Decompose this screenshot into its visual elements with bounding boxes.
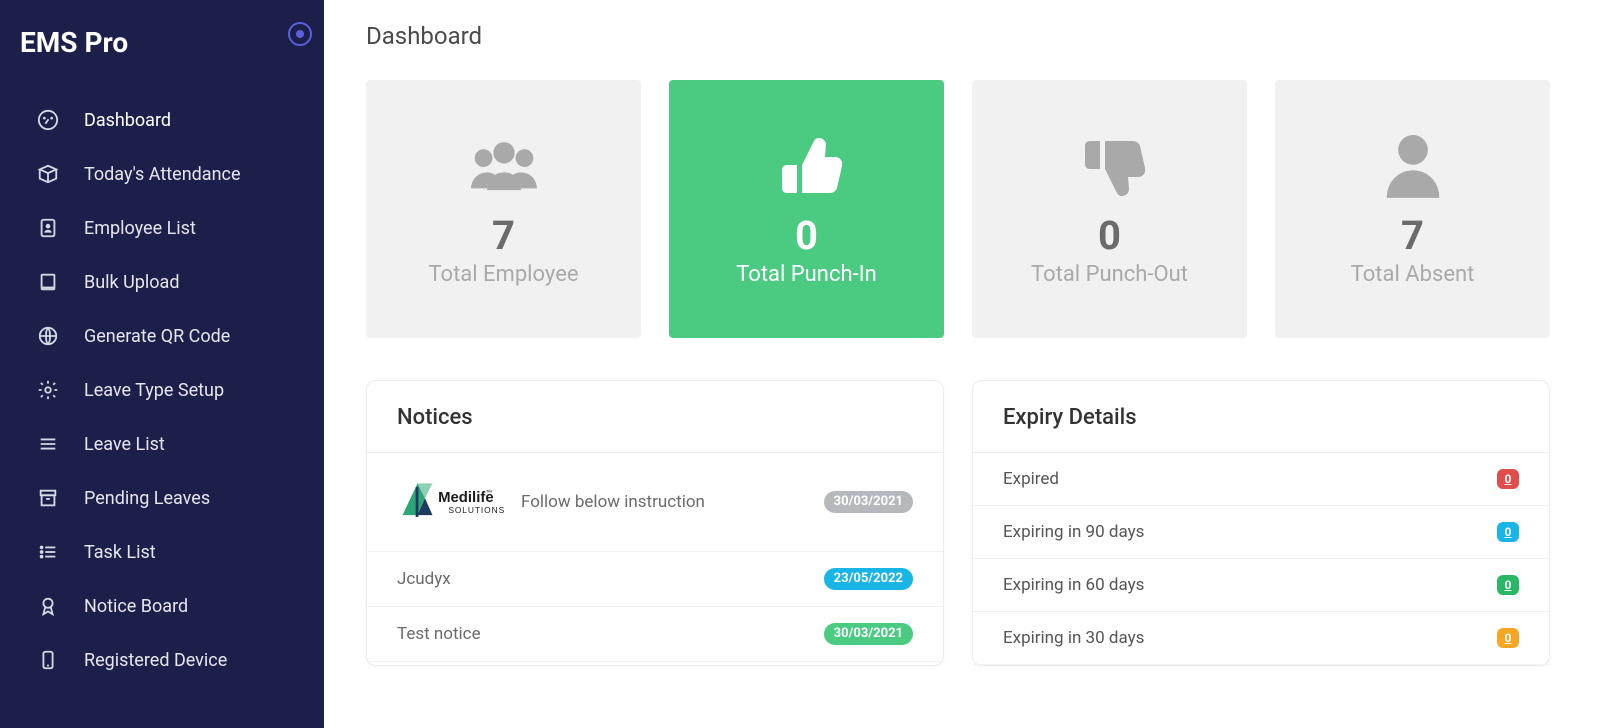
device-icon: [36, 648, 60, 672]
sidebar-item-dashboard[interactable]: Dashboard: [0, 93, 324, 147]
card-total-employee[interactable]: 7 Total Employee: [366, 80, 641, 338]
svg-text:™: ™: [486, 490, 493, 497]
thumbs-down-icon: [1070, 132, 1150, 202]
card-value: 0: [795, 216, 818, 256]
card-label: Total Absent: [1351, 262, 1475, 287]
sidebar-item-label: Leave List: [84, 434, 165, 455]
target-icon: [296, 30, 304, 38]
expiry-count-badge: 0: [1497, 522, 1519, 542]
sidebar-item-label: Registered Device: [84, 650, 227, 671]
expiry-label: Expiring in 60 days: [1003, 575, 1144, 595]
card-value: 7: [492, 216, 515, 256]
card-total-absent[interactable]: 7 Total Absent: [1275, 80, 1550, 338]
expiry-label: Expired: [1003, 469, 1059, 489]
expiry-item[interactable]: Expiring in 60 days 0: [973, 559, 1549, 612]
expiry-item[interactable]: Expired 0: [973, 453, 1549, 506]
notice-left: Medilife ™ SOLUTIONS Follow below instru…: [397, 473, 705, 531]
card-label: Total Punch-Out: [1031, 262, 1188, 287]
page-title: Dashboard: [366, 22, 1550, 50]
sidebar-item-task-list[interactable]: Task List: [0, 525, 324, 579]
sidebar-item-label: Notice Board: [84, 596, 188, 617]
notice-date-pill: 30/03/2021: [824, 623, 913, 645]
sidebar-menu: Dashboard Today's Attendance Employee Li…: [0, 93, 324, 687]
sidebar-item-label: Leave Type Setup: [84, 380, 224, 401]
card-total-punchin[interactable]: 0 Total Punch-In: [669, 80, 944, 338]
id-card-icon: [36, 216, 60, 240]
thumbs-up-icon: [767, 132, 847, 202]
globe-icon: [36, 324, 60, 348]
dashboard-icon: [36, 108, 60, 132]
card-label: Total Punch-In: [736, 262, 877, 287]
person-icon: [1373, 132, 1453, 202]
expiry-count-badge: 0: [1497, 628, 1519, 648]
notices-panel: Notices Medilife: [366, 380, 944, 666]
sidebar-item-label: Bulk Upload: [84, 272, 179, 293]
card-label: Total Employee: [428, 262, 578, 287]
archive-icon: [36, 486, 60, 510]
sidebar-item-leave-list[interactable]: Leave List: [0, 417, 324, 471]
sidebar-item-label: Task List: [84, 542, 156, 563]
expiry-count-badge: 0: [1497, 469, 1519, 489]
card-value: 0: [1098, 216, 1121, 256]
main-content: Dashboard 7 Total Employee 0 Total Punch…: [324, 0, 1600, 728]
sidebar-item-employee-list[interactable]: Employee List: [0, 201, 324, 255]
notice-date-pill: 30/03/2021: [824, 491, 913, 513]
sidebar: EMS Pro Dashboard Today's Attendance: [0, 0, 324, 728]
notice-item[interactable]: Jcudyx 23/05/2022: [367, 552, 943, 607]
notices-title: Notices: [367, 381, 943, 453]
notice-item[interactable]: Medilife ™ SOLUTIONS Follow below instru…: [367, 453, 943, 552]
list-icon: [36, 540, 60, 564]
notice-text: Test notice: [397, 624, 481, 644]
stat-cards: 7 Total Employee 0 Total Punch-In 0 Tota…: [366, 80, 1550, 338]
expiry-count-badge: 0: [1497, 575, 1519, 595]
expiry-panel: Expiry Details Expired 0 Expiring in 90 …: [972, 380, 1550, 666]
notice-text: Follow below instruction: [521, 492, 705, 512]
card-value: 7: [1401, 216, 1424, 256]
book-icon: [36, 270, 60, 294]
sidebar-item-label: Dashboard: [84, 110, 171, 131]
box-icon: [36, 162, 60, 186]
sidebar-item-leave-type[interactable]: Leave Type Setup: [0, 363, 324, 417]
sidebar-item-notice-board[interactable]: Notice Board: [0, 579, 324, 633]
expiry-item[interactable]: Expiring in 90 days 0: [973, 506, 1549, 559]
sidebar-item-pending-leaves[interactable]: Pending Leaves: [0, 471, 324, 525]
expiry-title: Expiry Details: [973, 381, 1549, 453]
sidebar-item-registered-device[interactable]: Registered Device: [0, 633, 324, 687]
sidebar-item-generate-qr[interactable]: Generate QR Code: [0, 309, 324, 363]
sidebar-item-attendance[interactable]: Today's Attendance: [0, 147, 324, 201]
expiry-label: Expiring in 30 days: [1003, 628, 1144, 648]
notice-item[interactable]: Test notice 30/03/2021: [367, 607, 943, 662]
svg-text:SOLUTIONS: SOLUTIONS: [448, 505, 505, 515]
panels: Notices Medilife: [366, 380, 1550, 666]
sidebar-item-label: Employee List: [84, 218, 196, 239]
expiry-item[interactable]: Expiring in 30 days 0: [973, 612, 1549, 665]
sidebar-item-label: Today's Attendance: [84, 164, 241, 185]
lines-icon: [36, 432, 60, 456]
sidebar-item-bulk-upload[interactable]: Bulk Upload: [0, 255, 324, 309]
sidebar-item-label: Pending Leaves: [84, 488, 210, 509]
medilife-logo: Medilife ™ SOLUTIONS: [397, 473, 509, 531]
card-total-punchout[interactable]: 0 Total Punch-Out: [972, 80, 1247, 338]
notice-text: Jcudyx: [397, 569, 451, 589]
users-icon: [464, 132, 544, 202]
award-icon: [36, 594, 60, 618]
expiry-label: Expiring in 90 days: [1003, 522, 1144, 542]
notice-date-pill: 23/05/2022: [824, 568, 913, 590]
brand-title: EMS Pro: [0, 20, 324, 93]
sidebar-collapse-toggle[interactable]: [288, 22, 312, 46]
sidebar-item-label: Generate QR Code: [84, 326, 230, 347]
gear-icon: [36, 378, 60, 402]
